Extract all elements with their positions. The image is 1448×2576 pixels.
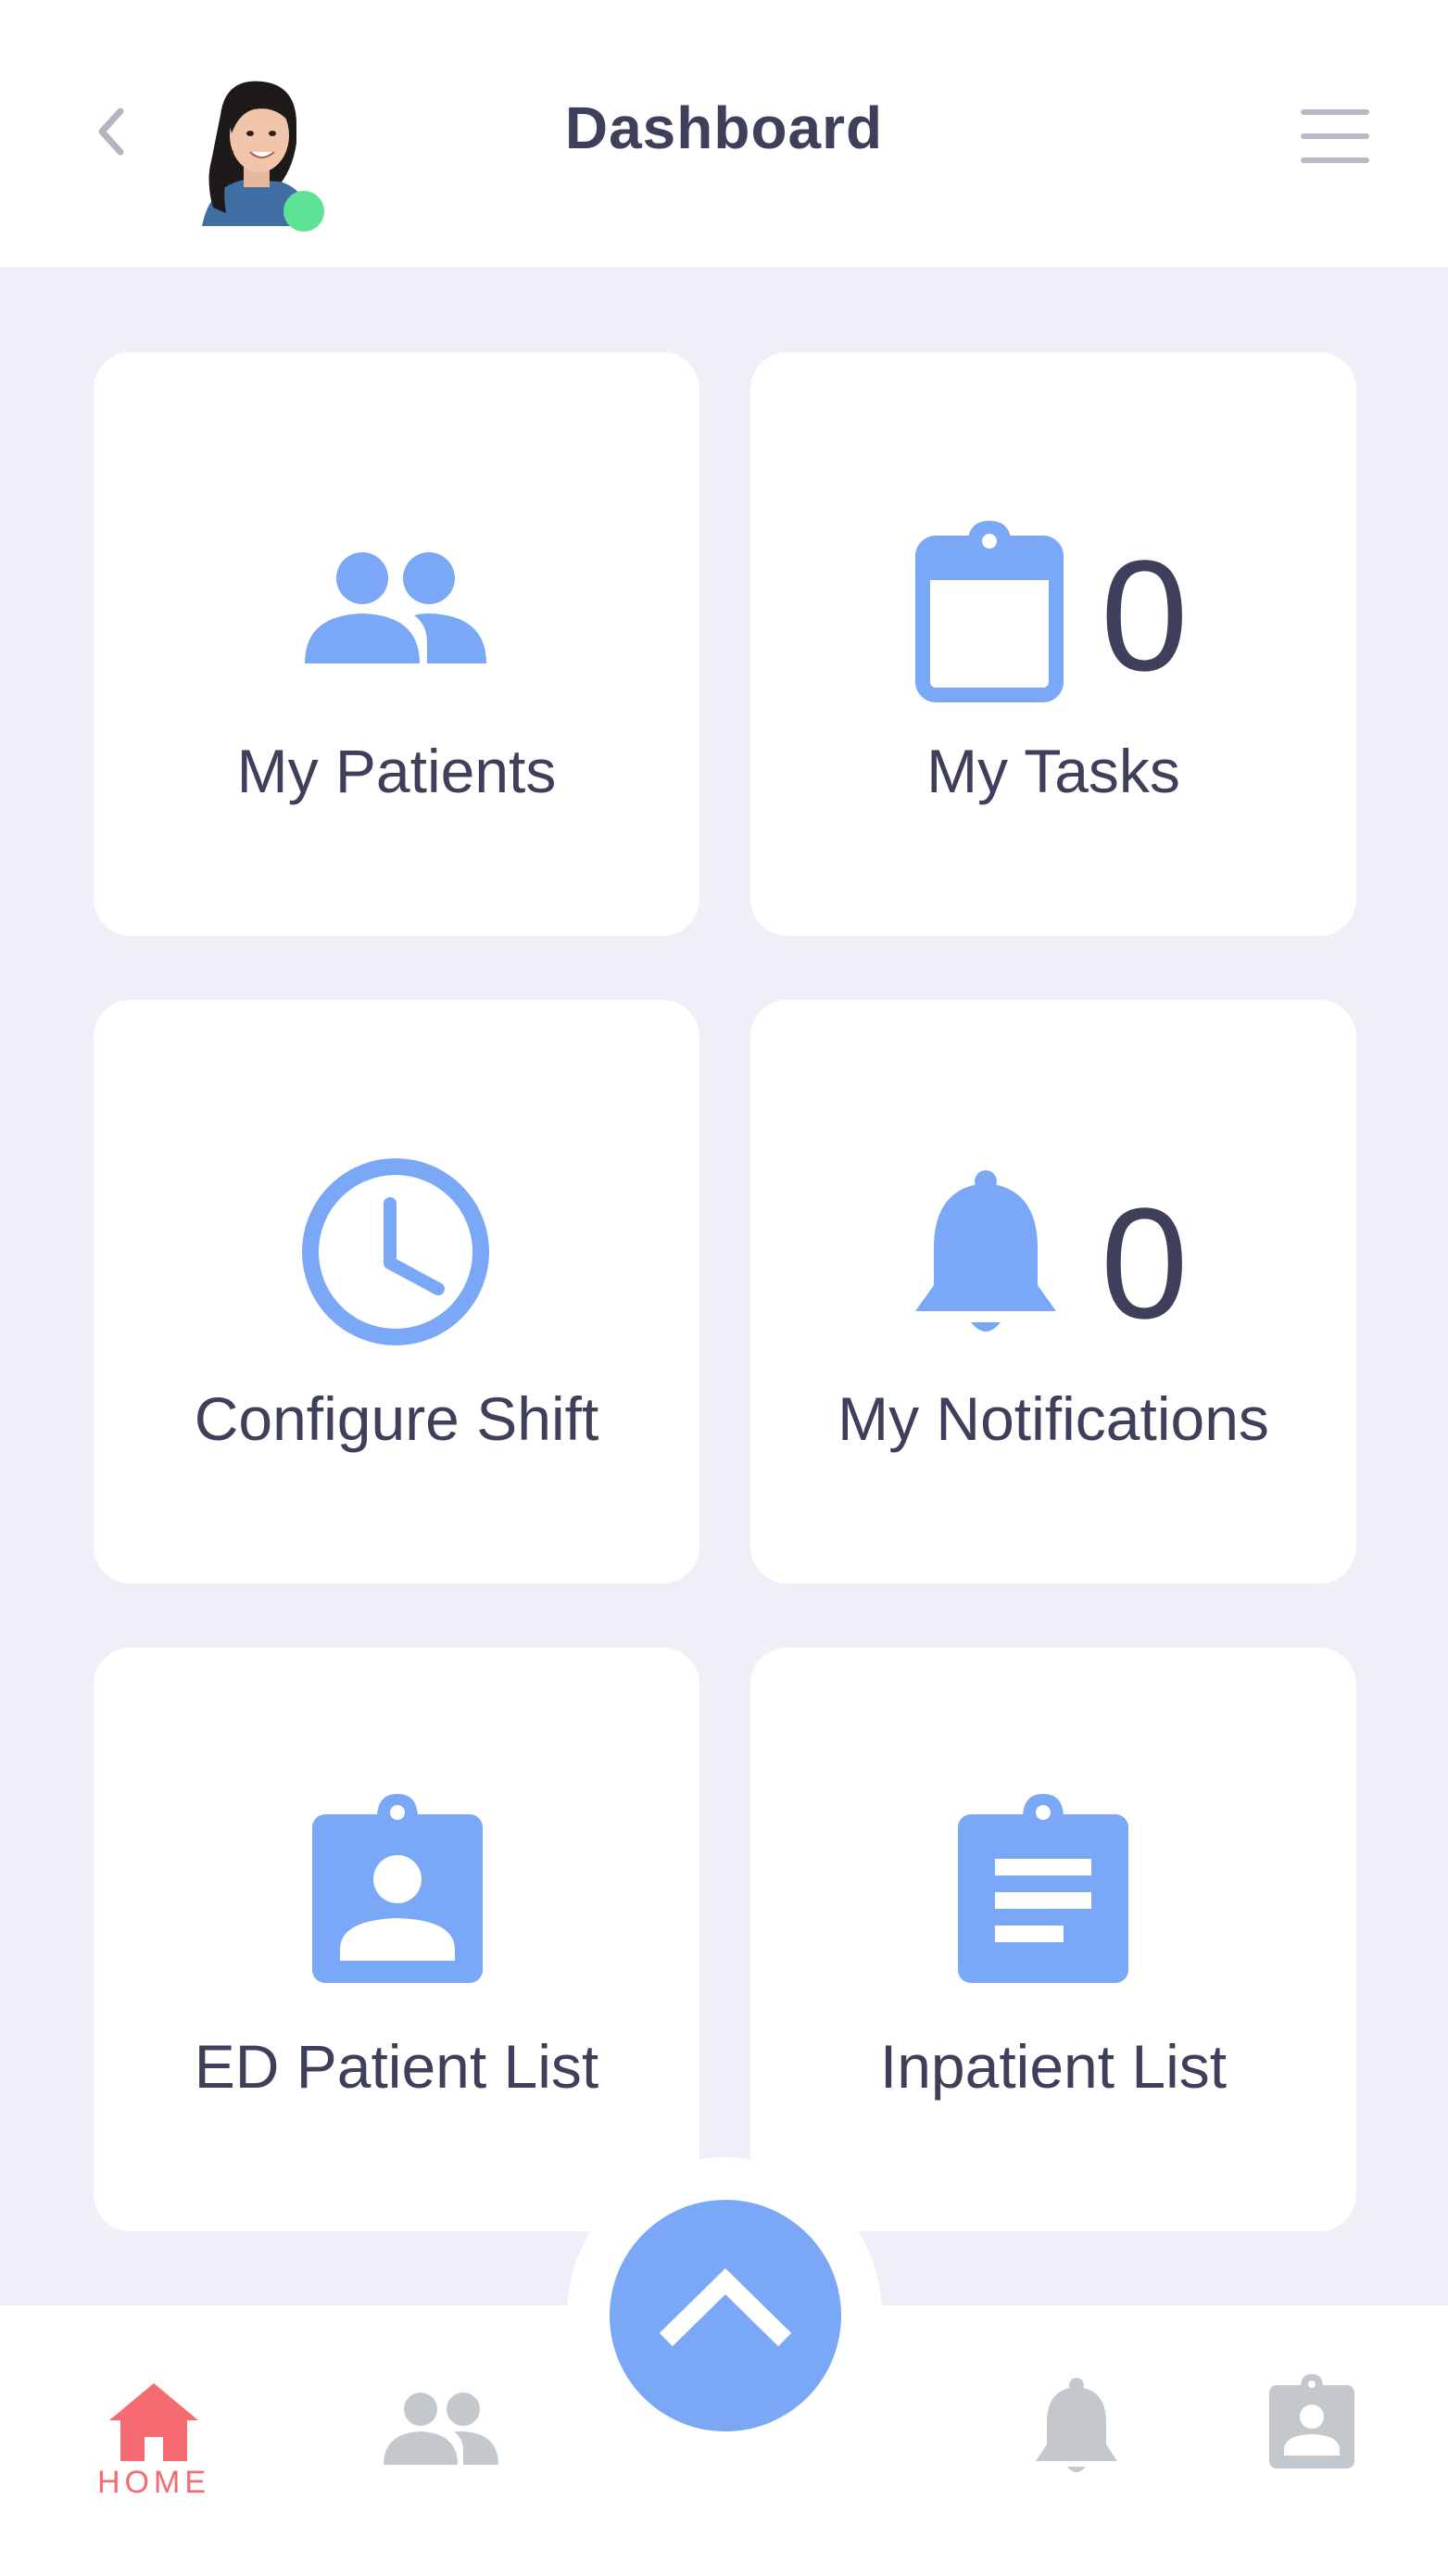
nav-patient-list[interactable] <box>1269 2374 1354 2473</box>
online-status-indicator <box>283 191 324 232</box>
card-label: My Patients <box>236 737 557 805</box>
card-ed-patient-list[interactable]: ED Patient List <box>94 1648 699 2231</box>
card-label: My Notifications <box>837 1384 1269 1453</box>
expand-menu-button[interactable] <box>610 2200 841 2431</box>
patient-badge-icon <box>1269 2374 1354 2469</box>
chevron-up-icon <box>659 2267 792 2347</box>
bell-icon <box>915 1170 1056 1332</box>
patient-badge-icon <box>312 1794 483 1983</box>
app-header: Dashboard <box>0 0 1448 267</box>
card-label: My Tasks <box>926 737 1180 805</box>
nav-patients[interactable] <box>384 2391 498 2471</box>
menu-button[interactable] <box>1301 104 1369 169</box>
document-clipboard-icon <box>958 1794 1128 1983</box>
card-configure-shift[interactable]: Configure Shift <box>94 1000 699 1584</box>
card-my-notifications[interactable]: 0 My Notifications <box>750 1000 1356 1584</box>
card-my-patients[interactable]: My Patients <box>94 352 699 936</box>
clock-icon <box>302 1158 489 1345</box>
tasks-count: 0 <box>1101 528 1189 704</box>
card-label: ED Patient List <box>194 2032 599 2101</box>
page-title: Dashboard <box>564 95 884 161</box>
nav-notifications[interactable] <box>1036 2378 1117 2482</box>
clipboard-icon <box>915 521 1064 702</box>
card-label: Configure Shift <box>194 1384 599 1453</box>
card-label: Inpatient List <box>879 2032 1228 2101</box>
bell-icon <box>1036 2378 1117 2472</box>
nav-home-label: HOME <box>97 2465 210 2500</box>
notifications-count: 0 <box>1101 1176 1189 1352</box>
people-icon <box>384 2393 498 2465</box>
card-my-tasks[interactable]: 0 My Tasks <box>750 352 1356 936</box>
card-inpatient-list[interactable]: Inpatient List <box>750 1648 1356 2231</box>
people-icon <box>305 552 486 663</box>
home-icon <box>109 2383 198 2461</box>
hamburger-menu-icon <box>1301 109 1369 163</box>
nav-home[interactable] <box>109 2383 198 2466</box>
